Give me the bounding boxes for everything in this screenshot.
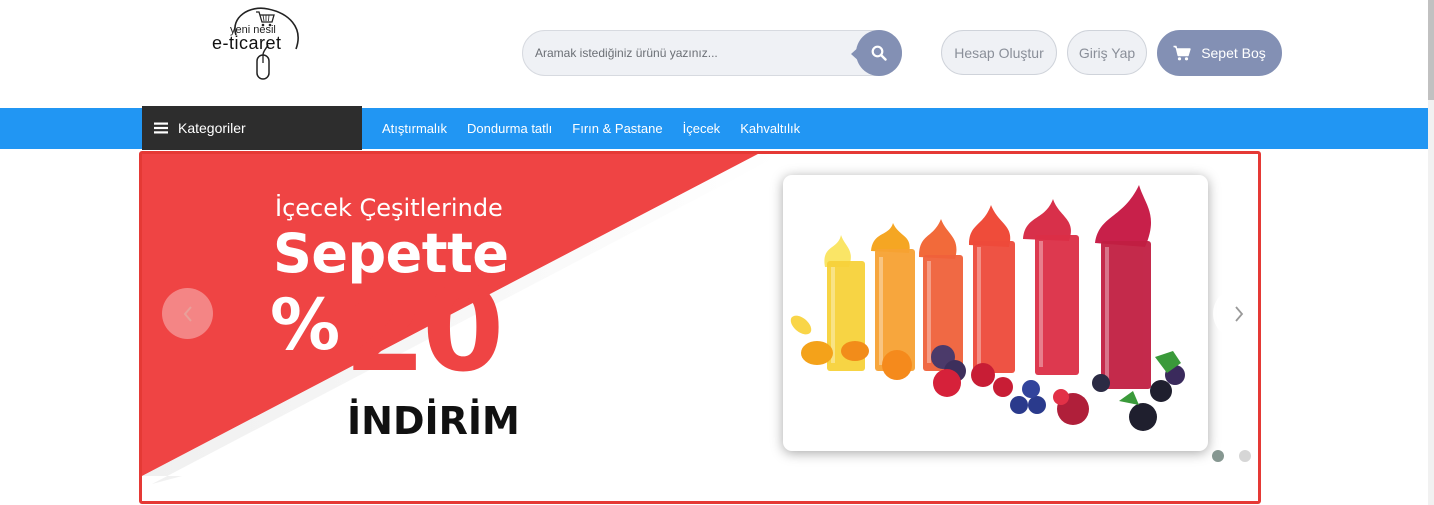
chevron-right-icon [1234, 305, 1243, 322]
categories-label: Kategoriler [178, 120, 246, 136]
search-input[interactable] [535, 31, 855, 75]
nav-link-dondurma-tatli[interactable]: Dondurma tatlı [457, 121, 562, 136]
logo-title: e-ticaret [212, 33, 282, 53]
search-icon [871, 45, 887, 61]
page: yeni nesil e-ticaret Hesap Oluştur Giriş… [0, 0, 1434, 505]
slider-dot-1[interactable] [1212, 450, 1224, 462]
login-button[interactable]: Giriş Yap [1067, 30, 1147, 75]
slider-dot-2[interactable] [1239, 450, 1251, 462]
product-image-card [783, 175, 1208, 451]
categories-menu-button[interactable]: Kategoriler [142, 106, 362, 150]
slider-pagination [1212, 450, 1258, 462]
nav-link-icecek[interactable]: İçecek [673, 121, 731, 136]
slider-prev-button[interactable] [162, 288, 213, 339]
promo-discount-label: İNDİRİM [347, 399, 520, 443]
cart-icon [1173, 45, 1191, 61]
search-button[interactable] [856, 30, 902, 76]
search-bar [522, 30, 902, 76]
register-button[interactable]: Hesap Oluştur [941, 30, 1057, 75]
chevron-left-icon [183, 305, 192, 322]
menu-icon [154, 122, 168, 134]
promo-percent-sign: % [270, 284, 341, 366]
page-scrollbar[interactable] [1428, 0, 1434, 505]
promo-slider: İçecek Çeşitlerinde Sepette % 20 İNDİRİM [139, 151, 1261, 504]
promo-subtitle: İçecek Çeşitlerinde [275, 194, 503, 222]
nav-link-atistirmalik[interactable]: Atıştırmalık [372, 121, 457, 136]
slider-next-button[interactable] [1213, 288, 1258, 339]
juice-glasses-image [790, 185, 1185, 431]
nav-link-kahvaltilik[interactable]: Kahvaltılık [730, 121, 810, 136]
page-scrollbar-thumb[interactable] [1428, 0, 1434, 100]
cart-button[interactable]: Sepet Boş [1157, 30, 1282, 76]
nav-links: Atıştırmalık Dondurma tatlı Fırın & Past… [372, 108, 810, 149]
promo-discount-number: 20 [344, 260, 504, 398]
cart-label: Sepet Boş [1201, 45, 1266, 61]
nav-link-firin-pastane[interactable]: Fırın & Pastane [562, 121, 672, 136]
